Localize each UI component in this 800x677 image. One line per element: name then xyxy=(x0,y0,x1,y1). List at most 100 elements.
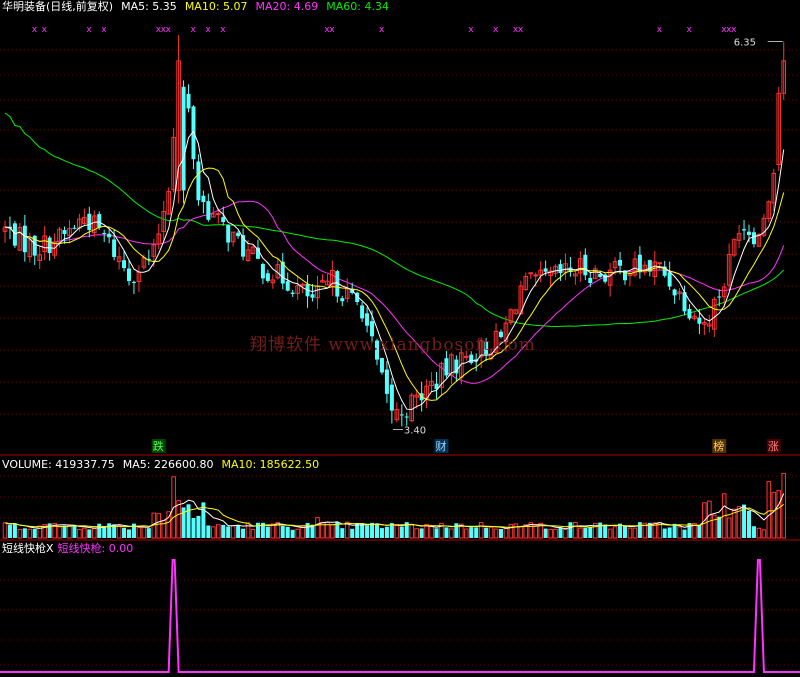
volume-bar xyxy=(285,526,290,538)
volume-bar xyxy=(146,528,151,538)
volume-bar xyxy=(747,510,751,538)
candle-body xyxy=(667,272,672,287)
candle-body xyxy=(97,214,102,228)
marker-x: x xyxy=(686,25,692,35)
volume-bar xyxy=(241,528,246,538)
volume-bar xyxy=(766,481,772,539)
ma60-label: MA60: 4.34 xyxy=(326,0,389,13)
volume-bar xyxy=(245,522,251,539)
volume-bar xyxy=(756,527,762,539)
volume-bar xyxy=(533,525,539,539)
indicator-header: 短线快枪X 短线快枪: 0.00 xyxy=(2,542,141,555)
volume-bar xyxy=(230,525,236,539)
volume-bar xyxy=(424,523,429,539)
volume-bar xyxy=(191,517,196,538)
volume-ma5-label: MA5: 226600.80 xyxy=(122,458,214,471)
indicator-title: 短线快枪X xyxy=(2,542,54,555)
volume-bar xyxy=(206,525,211,538)
volume-bar xyxy=(236,524,241,538)
candle-body xyxy=(290,292,295,294)
candle-body xyxy=(72,227,77,229)
candle-body xyxy=(672,289,677,296)
marker-x: x xyxy=(518,25,524,35)
volume-bar xyxy=(315,517,320,539)
volume-bar xyxy=(221,524,226,538)
volume-bar xyxy=(474,527,479,538)
volume-bar xyxy=(290,529,295,538)
volume-bar xyxy=(280,525,285,538)
candle-body xyxy=(221,217,226,223)
volume-bar xyxy=(429,525,434,539)
marker-x: x xyxy=(205,25,211,35)
candle-body xyxy=(265,273,270,281)
volume-bar xyxy=(136,527,142,539)
candle-body xyxy=(384,369,389,394)
marker-x: x xyxy=(42,25,48,35)
candle-body xyxy=(717,296,722,298)
candle-body xyxy=(404,416,409,418)
candle-body xyxy=(12,223,17,246)
marker-x: x xyxy=(101,25,107,35)
volume-bar xyxy=(583,527,588,538)
volume-bar xyxy=(265,526,270,538)
candle-body xyxy=(444,358,449,376)
event-tags: 跌财榜涨 xyxy=(151,439,781,453)
volume-bar xyxy=(87,529,92,538)
volume-bar xyxy=(776,490,782,539)
candle-body xyxy=(196,161,201,201)
volume-bar xyxy=(57,526,62,539)
volume-bar xyxy=(17,529,23,539)
volume-bar xyxy=(563,528,568,539)
volume-bar xyxy=(553,528,558,539)
ma10-polyline xyxy=(4,167,785,401)
volume-bar xyxy=(340,528,345,538)
top-markers: xxxxxxxxxxxxxxxxxxxxxx xyxy=(32,25,737,35)
candle-body xyxy=(206,201,211,220)
volume-bar xyxy=(295,528,300,539)
volume-bar xyxy=(394,524,400,539)
volume-bar xyxy=(77,528,82,539)
candle-body xyxy=(260,263,265,279)
volume-bar xyxy=(761,529,767,539)
volume-bar xyxy=(156,513,162,539)
volume-bar xyxy=(518,526,524,539)
volume-bar xyxy=(717,516,722,538)
volume-bar xyxy=(399,526,404,538)
volume-bar xyxy=(469,527,474,538)
candle-body xyxy=(751,232,756,245)
volume-bar xyxy=(215,524,221,539)
volume-bar xyxy=(568,522,573,538)
candle-body xyxy=(127,268,131,282)
volume-bar xyxy=(211,526,216,539)
volume-bar xyxy=(176,500,181,539)
volume-bar xyxy=(270,523,276,539)
event-tag-0: 跌 xyxy=(153,439,164,453)
ma20-label: MA20: 4.69 xyxy=(255,0,319,13)
volume-bar xyxy=(478,522,484,539)
candle-body xyxy=(226,224,231,243)
volume-bar xyxy=(449,528,454,539)
volume-bar xyxy=(603,524,608,538)
volume-bar xyxy=(384,526,389,538)
indicator-line xyxy=(0,559,800,673)
volume-bar xyxy=(548,528,553,539)
marker-x: x xyxy=(731,25,737,35)
volume-ma10-polyline xyxy=(4,503,784,528)
candle-body xyxy=(22,225,27,253)
volume-bar xyxy=(434,528,439,538)
volume-bar xyxy=(72,524,77,538)
ma20-polyline xyxy=(4,200,785,384)
candle-body xyxy=(747,231,751,235)
candle-body xyxy=(122,260,127,269)
candle-body xyxy=(62,230,67,235)
volume-bar xyxy=(196,515,201,538)
volume-ma10-label: MA10: 185622.50 xyxy=(221,458,320,471)
volume-bar xyxy=(697,524,702,538)
volume-bar xyxy=(62,525,67,538)
volume-bar xyxy=(726,517,732,539)
volume-bar xyxy=(612,525,618,539)
volume-bar xyxy=(508,523,514,539)
candle-body xyxy=(215,213,221,216)
candle-body xyxy=(399,414,404,416)
candle-body xyxy=(112,239,117,258)
